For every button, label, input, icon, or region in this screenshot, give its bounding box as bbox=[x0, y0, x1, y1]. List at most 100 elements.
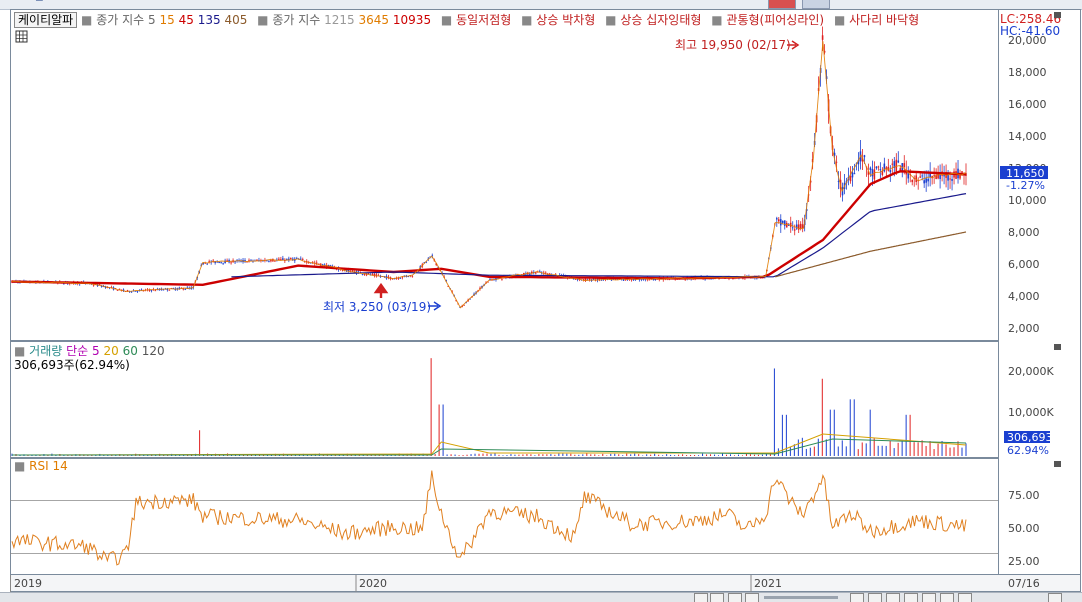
candle-body bbox=[877, 166, 880, 168]
price-tick: 16,000 bbox=[1008, 98, 1047, 111]
date-tick: 07/16 bbox=[1008, 577, 1040, 590]
candle-body bbox=[779, 219, 782, 226]
bullet-icon: ■ bbox=[521, 13, 533, 27]
candle-body bbox=[821, 35, 824, 40]
candle-body bbox=[126, 290, 129, 291]
candle-body bbox=[919, 176, 921, 178]
candle-body bbox=[933, 175, 935, 176]
candle-body bbox=[130, 291, 133, 293]
toolbar-red-button[interactable] bbox=[768, 0, 796, 9]
candle-body bbox=[837, 181, 840, 182]
candle-body bbox=[923, 180, 925, 184]
candle-body bbox=[292, 258, 294, 260]
candle-body bbox=[248, 259, 250, 261]
candle-body bbox=[351, 270, 354, 272]
price-tick: 8,000 bbox=[1008, 226, 1040, 239]
current-volume: 306,693 bbox=[1007, 431, 1053, 444]
candle-body bbox=[489, 278, 491, 280]
candle-body bbox=[851, 172, 854, 178]
candle-body bbox=[411, 276, 414, 278]
volume-tick: 20,000K bbox=[1008, 365, 1054, 378]
candle-body bbox=[869, 167, 872, 171]
date-tick: 2020 bbox=[359, 577, 387, 590]
price-tick: 14,000 bbox=[1008, 130, 1047, 143]
rsi-legend: ■ RSI 14 bbox=[14, 459, 68, 473]
pattern-label: 상승 십자잉태형 bbox=[620, 13, 702, 27]
volume-panel-close-icon[interactable] bbox=[1054, 344, 1061, 350]
ma-period: 405 bbox=[224, 13, 248, 27]
candle-body bbox=[939, 174, 941, 179]
candle-body bbox=[256, 259, 258, 261]
candle-body bbox=[951, 179, 953, 181]
candle-body bbox=[266, 260, 268, 262]
candle-body bbox=[785, 222, 788, 228]
ma-period: 15 bbox=[159, 13, 175, 27]
candle-body bbox=[529, 273, 531, 275]
candle-body bbox=[168, 289, 171, 291]
date-tick: 2019 bbox=[14, 577, 42, 590]
candle-body bbox=[959, 175, 961, 179]
zoom-scrollbar[interactable] bbox=[764, 596, 838, 599]
candle-body bbox=[949, 178, 951, 180]
candle-body bbox=[220, 262, 222, 264]
hc-label: HC:-41.60 bbox=[1000, 24, 1060, 38]
rsi-panel-close-icon[interactable] bbox=[1054, 461, 1061, 467]
candle-body bbox=[879, 169, 882, 171]
price-tick: 2,000 bbox=[1008, 322, 1040, 335]
candle-body bbox=[781, 220, 784, 223]
candle-body bbox=[371, 273, 374, 275]
bullet-icon: ■ bbox=[257, 13, 269, 27]
price-tick: 18,000 bbox=[1008, 66, 1047, 79]
grid-toggle-icon[interactable] bbox=[15, 30, 28, 43]
candle-body bbox=[921, 175, 923, 177]
candle-body bbox=[280, 259, 282, 260]
candle-body bbox=[875, 166, 878, 169]
low-annotation: 최저 3,250 (03/19) bbox=[323, 300, 431, 314]
candle-body bbox=[62, 283, 65, 285]
chart-svg: 20,000 18,000 16,000 14,000 12,000 10,00… bbox=[10, 9, 1081, 592]
candle-body bbox=[134, 290, 137, 292]
candle-body bbox=[357, 271, 360, 273]
candle-body bbox=[891, 163, 894, 165]
pattern-label: 상승 박차형 bbox=[536, 13, 596, 27]
candle-body bbox=[787, 225, 790, 227]
candle-body bbox=[286, 258, 288, 260]
rsi-tick: 25.00 bbox=[1008, 555, 1040, 568]
ma-period: 3645 bbox=[358, 13, 390, 27]
date-tick: 2021 bbox=[754, 577, 782, 590]
candle-body bbox=[927, 178, 929, 182]
candle-body bbox=[274, 260, 276, 262]
bullet-icon: ■ bbox=[711, 13, 723, 27]
candle-body bbox=[116, 290, 119, 291]
volume-tick: 10,000K bbox=[1008, 406, 1054, 419]
stock-name[interactable]: 케이티알파 bbox=[14, 12, 78, 28]
candle-body bbox=[791, 227, 794, 229]
price-tick: 4,000 bbox=[1008, 290, 1040, 303]
candle-body bbox=[250, 259, 252, 261]
candle-body bbox=[871, 169, 874, 177]
rsi-title: RSI 14 bbox=[29, 459, 68, 473]
candle-body bbox=[268, 261, 270, 263]
candle-body bbox=[301, 258, 304, 260]
price-panel-close-icon[interactable] bbox=[1054, 12, 1061, 18]
toolbar-fragment: ─ bbox=[36, 0, 43, 7]
candle-body bbox=[775, 218, 778, 220]
candle-body bbox=[218, 261, 220, 263]
candle-body bbox=[206, 263, 208, 265]
ma-period: 45 bbox=[178, 13, 194, 27]
toolbar-button[interactable] bbox=[802, 0, 830, 9]
candle-body bbox=[889, 170, 892, 173]
candle-body bbox=[777, 219, 780, 222]
candle-body bbox=[399, 278, 402, 279]
high-annotation: 최고 19,950 (02/17) bbox=[675, 38, 791, 52]
candle-body bbox=[222, 262, 224, 264]
ma-label: 종가 지수 bbox=[272, 13, 321, 27]
candle-body bbox=[290, 258, 292, 260]
rsi-tick: 50.00 bbox=[1008, 522, 1040, 535]
price-legend: 케이티알파 ■ 종가 지수 5 15 45 135 405 ■ 종가 지수 12… bbox=[14, 11, 919, 28]
candle-body bbox=[278, 258, 280, 260]
candle-body bbox=[501, 278, 503, 280]
bullet-icon: ■ bbox=[14, 459, 26, 473]
candle-body bbox=[783, 220, 786, 226]
candle-body bbox=[853, 173, 856, 175]
